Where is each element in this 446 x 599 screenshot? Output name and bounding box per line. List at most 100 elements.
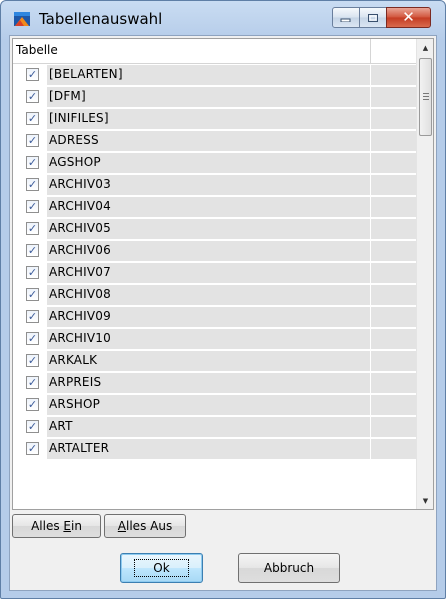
alles-aus-label-suffix: lles Aus	[126, 519, 173, 533]
row-extra-cell[interactable]	[371, 241, 416, 261]
table-selection-app-icon	[13, 10, 31, 28]
row-checkbox[interactable]: ✓	[26, 90, 39, 103]
table-row[interactable]: ✓ ARPREIS	[13, 372, 416, 394]
table-row[interactable]: ✓ ARTALTER	[13, 438, 416, 460]
row-checkbox[interactable]: ✓	[26, 376, 39, 389]
row-label: ARTALTER	[49, 441, 110, 455]
vertical-scrollbar[interactable]: ▲ ▼	[416, 39, 433, 509]
row-label: ADRESS	[49, 133, 99, 147]
table-row[interactable]: ✓ AGSHOP	[13, 152, 416, 174]
checkmark-icon: ✓	[27, 442, 38, 455]
column-divider[interactable]	[370, 39, 371, 63]
row-extra-cell[interactable]	[371, 307, 416, 327]
table-row[interactable]: ✓ ADRESS	[13, 130, 416, 152]
row-checkbox[interactable]: ✓	[26, 68, 39, 81]
alles-ein-button[interactable]: Alles Ein	[12, 514, 101, 538]
close-button[interactable]: ✕	[386, 7, 431, 28]
alles-ein-label-prefix: Alles	[31, 519, 64, 533]
table-row[interactable]: ✓ ARCHIV09	[13, 306, 416, 328]
row-label: [DFM]	[49, 89, 86, 103]
row-extra-cell[interactable]	[371, 65, 416, 85]
row-name-cell[interactable]	[47, 417, 370, 437]
ok-button[interactable]: Ok	[120, 553, 203, 583]
row-extra-cell[interactable]	[371, 197, 416, 217]
row-extra-cell[interactable]	[371, 131, 416, 151]
dialog-client-area: Tabelle ✓ [BELARTEN] ✓ [DFM] ✓ [INIFILES] ✓ ADR…	[9, 35, 437, 591]
abbruch-button[interactable]: Abbruch	[238, 553, 340, 583]
row-checkbox[interactable]: ✓	[26, 266, 39, 279]
table-row[interactable]: ✓ ART	[13, 416, 416, 438]
minimize-icon	[340, 18, 351, 22]
row-extra-cell[interactable]	[371, 109, 416, 129]
row-extra-cell[interactable]	[371, 329, 416, 349]
table-row[interactable]: ✓ ARCHIV05	[13, 218, 416, 240]
row-name-cell[interactable]	[47, 87, 370, 107]
table-row[interactable]: ✓ ARCHIV07	[13, 262, 416, 284]
table-row[interactable]: ✓ ARCHIV08	[13, 284, 416, 306]
table-row[interactable]: ✓ ARCHIV04	[13, 196, 416, 218]
row-checkbox[interactable]: ✓	[26, 442, 39, 455]
ok-label: Ok	[134, 559, 189, 577]
row-checkbox[interactable]: ✓	[26, 244, 39, 257]
close-icon: ✕	[402, 8, 415, 26]
checkmark-icon: ✓	[27, 266, 38, 279]
row-extra-cell[interactable]	[371, 351, 416, 371]
row-checkbox[interactable]: ✓	[26, 354, 39, 367]
chevron-up-icon[interactable]: ▲	[417, 39, 433, 56]
table-rows: ✓ [BELARTEN] ✓ [DFM] ✓ [INIFILES] ✓ ADRESS ✓ AGSH…	[13, 64, 416, 460]
table-row[interactable]: ✓ ARKALK	[13, 350, 416, 372]
maximize-button[interactable]	[359, 7, 387, 28]
row-checkbox[interactable]: ✓	[26, 200, 39, 213]
row-checkbox[interactable]: ✓	[26, 310, 39, 323]
table-row[interactable]: ✓ ARCHIV06	[13, 240, 416, 262]
alles-ein-label-suffix: in	[70, 519, 82, 533]
table-row[interactable]: ✓ [DFM]	[13, 86, 416, 108]
row-extra-cell[interactable]	[371, 153, 416, 173]
row-label: ARCHIV03	[49, 177, 111, 191]
table-row[interactable]: ✓ [BELARTEN]	[13, 64, 416, 86]
row-checkbox[interactable]: ✓	[26, 112, 39, 125]
row-checkbox[interactable]: ✓	[26, 420, 39, 433]
row-extra-cell[interactable]	[371, 219, 416, 239]
title-bar[interactable]: Tabellenauswahl ✕	[1, 1, 445, 35]
row-label: ARCHIV10	[49, 331, 111, 345]
checkmark-icon: ✓	[27, 310, 38, 323]
row-extra-cell[interactable]	[371, 175, 416, 195]
row-extra-cell[interactable]	[371, 417, 416, 437]
column-header-tabelle[interactable]: Tabelle	[16, 43, 58, 57]
row-label: ARKALK	[49, 353, 98, 367]
row-checkbox[interactable]: ✓	[26, 332, 39, 345]
row-extra-cell[interactable]	[371, 285, 416, 305]
checkmark-icon: ✓	[27, 288, 38, 301]
row-extra-cell[interactable]	[371, 439, 416, 459]
table-row[interactable]: ✓ [INIFILES]	[13, 108, 416, 130]
row-checkbox[interactable]: ✓	[26, 288, 39, 301]
alles-aus-button[interactable]: Alles Aus	[104, 514, 186, 538]
row-checkbox[interactable]: ✓	[26, 134, 39, 147]
scrollbar-thumb[interactable]	[419, 58, 432, 136]
table-row[interactable]: ✓ ARCHIV03	[13, 174, 416, 196]
checkmark-icon: ✓	[27, 354, 38, 367]
checkmark-icon: ✓	[27, 134, 38, 147]
row-extra-cell[interactable]	[371, 263, 416, 283]
table-row[interactable]: ✓ ARSHOP	[13, 394, 416, 416]
row-label: [INIFILES]	[49, 111, 109, 125]
row-checkbox[interactable]: ✓	[26, 398, 39, 411]
thumb-grip-line	[423, 99, 429, 100]
alles-ein-accelerator: E	[63, 519, 71, 533]
window-title: Tabellenauswahl	[39, 10, 163, 28]
minimize-button[interactable]	[332, 7, 360, 28]
row-checkbox[interactable]: ✓	[26, 178, 39, 191]
row-checkbox[interactable]: ✓	[26, 222, 39, 235]
row-label: ARCHIV08	[49, 287, 111, 301]
row-label: ARCHIV09	[49, 309, 111, 323]
row-extra-cell[interactable]	[371, 87, 416, 107]
row-label: [BELARTEN]	[49, 67, 123, 81]
row-extra-cell[interactable]	[371, 395, 416, 415]
chevron-down-icon[interactable]: ▼	[417, 492, 433, 509]
table-row[interactable]: ✓ ARCHIV10	[13, 328, 416, 350]
row-checkbox[interactable]: ✓	[26, 156, 39, 169]
row-label: ARCHIV05	[49, 221, 111, 235]
checkmark-icon: ✓	[27, 332, 38, 345]
row-extra-cell[interactable]	[371, 373, 416, 393]
